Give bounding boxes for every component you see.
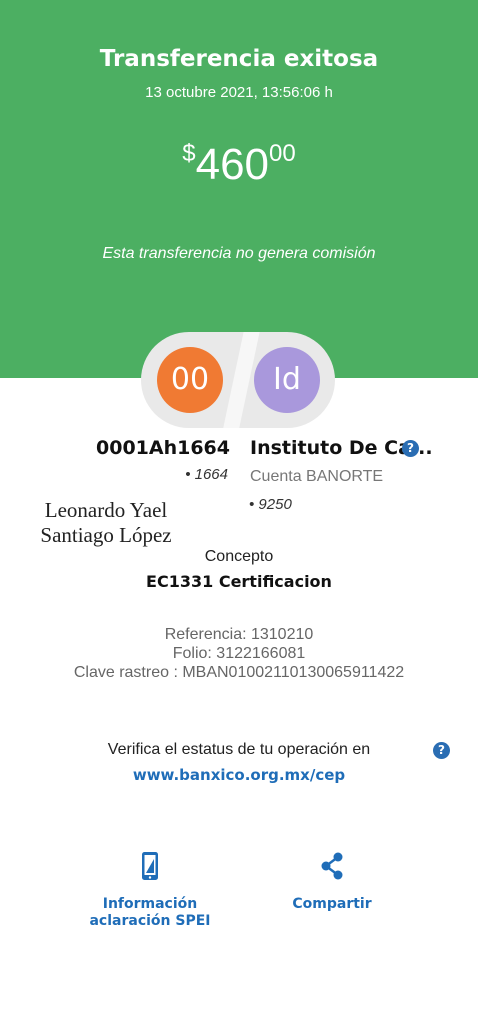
concept-label: Concepto — [204, 548, 274, 565]
share-label: Compartir — [292, 896, 372, 912]
spei-info-label-2: aclaración SPEI — [89, 913, 211, 929]
receiver-bank: Cuenta BANORTE — [250, 468, 384, 485]
receiver-help-icon[interactable]: ? — [402, 440, 419, 457]
amount-currency: $ — [182, 140, 196, 167]
page-title: Transferencia exitosa — [99, 46, 379, 72]
tracking-key: Clave rastreo : MBAN01002110130065911422 — [73, 664, 405, 681]
sender-account-digits: 1664 — [194, 466, 228, 483]
amount-decimals: 00 — [269, 140, 296, 167]
share-icon — [321, 852, 343, 880]
participants-pill: 00 Id — [141, 332, 335, 428]
share-button[interactable]: Compartir — [262, 850, 402, 913]
spei-info-label-1: Información — [102, 896, 198, 912]
amount-integer: 460 — [195, 140, 270, 189]
receiver-avatar: Id — [254, 347, 320, 413]
handwritten-name-line2: Santiago López — [40, 523, 172, 547]
sender-account: • 1664 — [185, 466, 228, 483]
receiver-account-digits: 9250 — [258, 496, 292, 513]
sender-avatar: 00 — [157, 347, 223, 413]
success-header: Transferencia exitosa 13 octubre 2021, 1… — [0, 0, 478, 378]
phone-info-icon — [142, 852, 158, 880]
spei-info-button[interactable]: Información aclaración SPEI — [80, 850, 220, 930]
reference-number: Referencia: 1310210 — [164, 626, 314, 643]
handwritten-name: Leonardo Yael Santiago López — [20, 498, 192, 548]
concept-value: EC1331 Certificacion — [146, 572, 332, 591]
banxico-cep-link[interactable]: www.banxico.org.mx/cep — [0, 766, 478, 784]
reference-details: Referencia: 1310210 Folio: 3122166081 Cl… — [0, 625, 478, 682]
transaction-datetime: 13 octubre 2021, 13:56:06 h — [145, 84, 333, 101]
folio-number: Folio: 3122166081 — [172, 645, 306, 662]
transfer-amount: $46000 — [0, 140, 478, 190]
verify-help-icon[interactable]: ? — [433, 742, 450, 759]
commission-note: Esta transferencia no genera comisión — [102, 245, 376, 262]
sender-name: 0001Ah1664 — [96, 437, 230, 459]
receiver-account: • 9250 — [249, 496, 292, 513]
receiver-name-row: Instituto De Ca... ? — [250, 437, 433, 459]
handwritten-name-line1: Leonardo Yael — [44, 498, 168, 522]
verify-status-text: Verifica el estatus de tu operación en — [107, 741, 371, 758]
